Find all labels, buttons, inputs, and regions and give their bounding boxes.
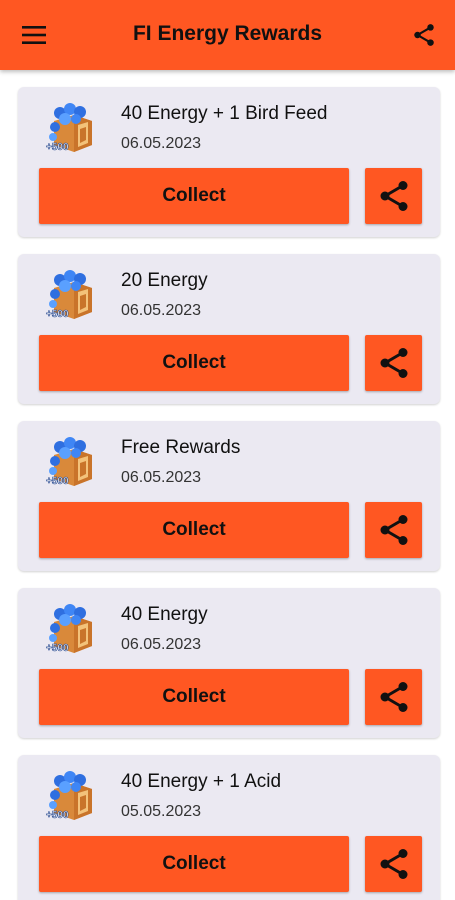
share-icon: [376, 846, 412, 882]
collect-button[interactable]: Collect: [39, 669, 349, 725]
reward-share-button[interactable]: [365, 502, 422, 558]
share-icon: [411, 22, 437, 48]
app-title: FI Energy Rewards: [132, 22, 323, 45]
reward-card: +500 40 Energy + 1 Bird Feed 06.05.2023 …: [18, 87, 440, 237]
reward-card: +500 Free Rewards 06.05.2023 Collect: [18, 421, 440, 571]
collect-button[interactable]: Collect: [39, 836, 349, 892]
reward-thumbnail: +500: [44, 767, 98, 823]
reward-thumbnail: +500: [44, 266, 98, 322]
collect-button[interactable]: Collect: [39, 335, 349, 391]
reward-date: 06.05.2023: [121, 302, 202, 319]
reward-card: +500 20 Energy 06.05.2023 Collect: [18, 254, 440, 404]
reward-card: +500 40 Energy + 1 Acid 05.05.2023 Colle…: [18, 755, 440, 900]
collect-button[interactable]: Collect: [39, 168, 349, 224]
thumb-badge: +500: [46, 810, 69, 822]
share-icon: [376, 178, 412, 214]
reward-date: 06.05.2023: [121, 135, 202, 152]
reward-share-button[interactable]: [365, 836, 422, 892]
thumb-badge: +500: [46, 309, 69, 321]
reward-date: 05.05.2023: [121, 803, 202, 820]
thumb-badge: +500: [46, 476, 69, 488]
collect-button[interactable]: Collect: [39, 502, 349, 558]
reward-card: +500 40 Energy 06.05.2023 Collect: [18, 588, 440, 738]
reward-name: 20 Energy: [121, 270, 208, 291]
reward-name: 40 Energy + 1 Acid: [121, 771, 282, 792]
reward-thumbnail: +500: [44, 433, 98, 489]
reward-date: 06.05.2023: [121, 469, 202, 486]
reward-share-button[interactable]: [365, 669, 422, 725]
reward-date: 06.05.2023: [121, 636, 202, 653]
app-share-button[interactable]: [407, 18, 441, 52]
thumb-badge: +500: [46, 643, 69, 655]
share-icon: [376, 512, 412, 548]
reward-thumbnail: +500: [44, 99, 98, 155]
share-icon: [376, 345, 412, 381]
reward-name: 40 Energy: [121, 604, 208, 625]
rewards-list[interactable]: +500 40 Energy + 1 Bird Feed 06.05.2023 …: [0, 70, 455, 900]
share-icon: [376, 679, 412, 715]
reward-name: 40 Energy + 1 Bird Feed: [121, 103, 328, 124]
thumb-badge: +500: [46, 142, 69, 154]
reward-share-button[interactable]: [365, 168, 422, 224]
reward-thumbnail: +500: [44, 600, 98, 656]
app-bar: FI Energy Rewards: [0, 0, 455, 70]
reward-name: Free Rewards: [121, 437, 241, 458]
reward-share-button[interactable]: [365, 335, 422, 391]
